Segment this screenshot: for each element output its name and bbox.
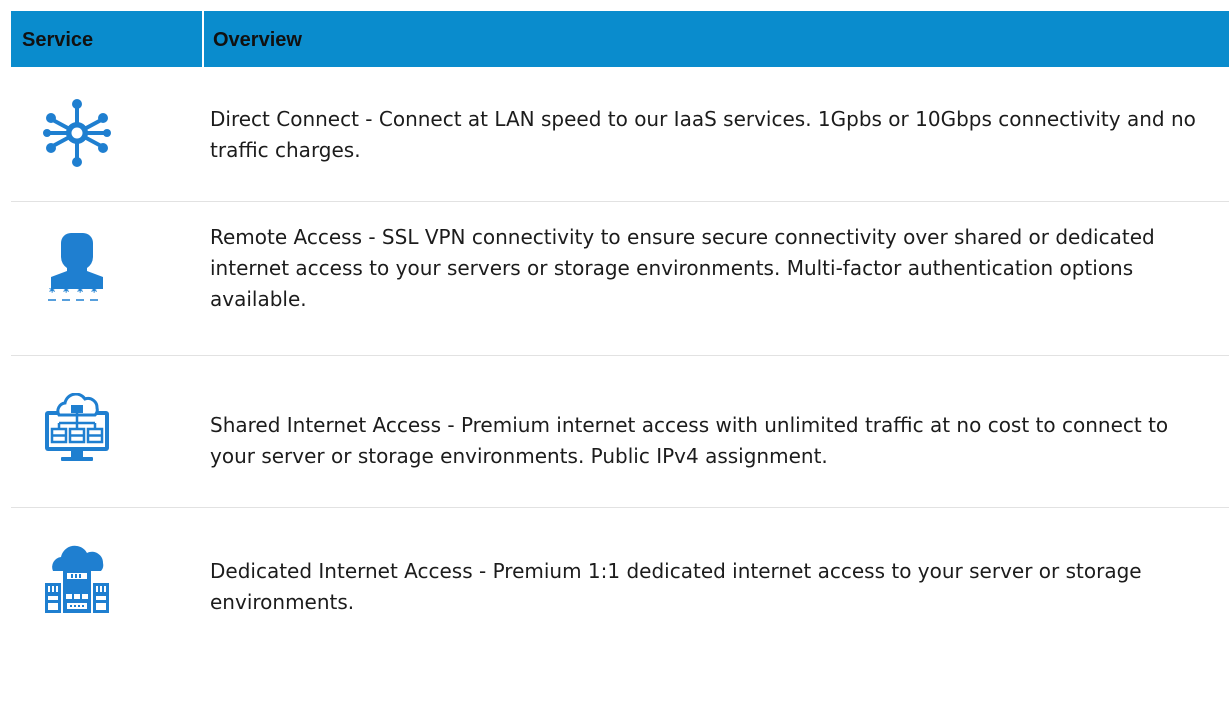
svg-text:*: * bbox=[77, 285, 84, 299]
row-description: Dedicated Internet Access - Premium 1:1 … bbox=[210, 559, 1142, 614]
table-row: Dedicated Internet Access - Premium 1:1 … bbox=[11, 507, 1229, 647]
network-hub-icon bbox=[41, 97, 113, 169]
svg-text:*: * bbox=[49, 285, 56, 299]
table-header: Service Overview bbox=[11, 11, 1229, 67]
table-row: Direct Connect - Connect at LAN speed to… bbox=[11, 67, 1229, 202]
cloud-monitor-network-icon bbox=[41, 393, 113, 465]
table-row: Shared Internet Access - Premium interne… bbox=[11, 355, 1229, 508]
header-service: Service bbox=[22, 29, 94, 51]
row-description: Direct Connect - Connect at LAN speed to… bbox=[210, 107, 1196, 162]
svg-text:*: * bbox=[63, 285, 70, 299]
services-table: Service Overview Direct Connect - Connec… bbox=[11, 11, 1229, 614]
user-password-icon: * * * * bbox=[41, 229, 113, 301]
cloud-datacenter-icon bbox=[41, 545, 113, 617]
table-row: * * * * Remote Access - SSL VPN connecti… bbox=[11, 201, 1229, 356]
row-description: Remote Access - SSL VPN connectivity to … bbox=[210, 225, 1155, 311]
row-description: Shared Internet Access - Premium interne… bbox=[210, 413, 1169, 468]
header-overview: Overview bbox=[213, 29, 302, 51]
header-divider bbox=[202, 11, 204, 67]
svg-text:*: * bbox=[91, 285, 98, 299]
